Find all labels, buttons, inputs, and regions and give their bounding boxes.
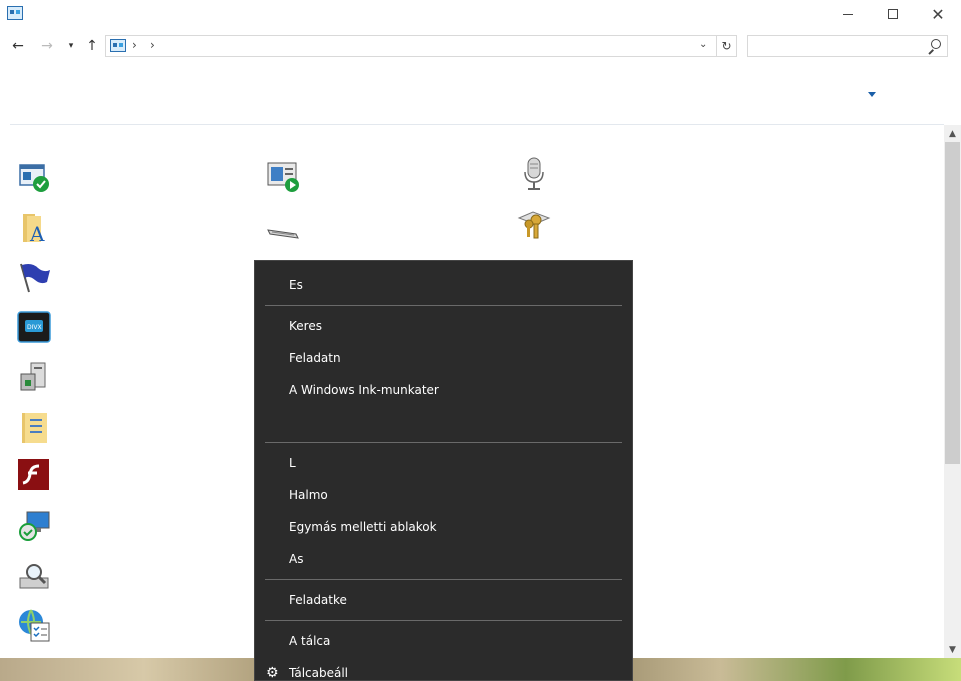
forward-button[interactable]: → <box>37 36 57 56</box>
minimize-button[interactable] <box>825 0 871 28</box>
flash-player-icon <box>18 459 49 490</box>
search-input[interactable] <box>747 35 948 57</box>
menu-item-label: Halmo <box>289 488 328 502</box>
refresh-icon: ↻ <box>721 39 732 53</box>
menu-item-label: Tálcabeáll <box>289 666 349 680</box>
security-center-item[interactable] <box>17 160 53 196</box>
arrow-up-icon: ↑ <box>86 38 98 54</box>
arrow-left-icon: ← <box>12 38 24 54</box>
gear-icon: ⚙ <box>266 665 279 681</box>
vertical-scrollbar[interactable]: ▲ ▼ <box>944 125 961 658</box>
speech-recognition-item[interactable] <box>516 156 552 192</box>
credential-manager-icon <box>517 211 551 239</box>
internet-options-icon <box>19 609 50 642</box>
menu-item-label: Keres <box>289 319 322 333</box>
keyboard-item[interactable] <box>266 210 302 246</box>
refresh-button[interactable]: ↻ <box>716 36 736 56</box>
menu-item-label: Feladatn <box>289 351 341 365</box>
scroll-up-button[interactable]: ▲ <box>944 125 961 142</box>
control-panel-icon <box>7 6 23 20</box>
folder-options-item[interactable] <box>17 410 53 446</box>
menu-item-cascade[interactable]: L <box>255 447 632 479</box>
menu-item-label: Es <box>289 278 303 292</box>
maximize-button[interactable] <box>870 0 916 28</box>
keyboard-icon <box>267 229 299 239</box>
chevron-down-icon: ▼ <box>949 644 956 655</box>
up-button[interactable]: ↑ <box>82 36 102 56</box>
remote-desktop-item[interactable] <box>17 508 53 544</box>
menu-item-stack[interactable]: Halmo <box>255 479 632 511</box>
chevron-up-icon: ▲ <box>949 128 956 139</box>
device-manager-item[interactable] <box>17 360 53 396</box>
menu-item-label: A Windows Ink-munkater <box>289 383 439 397</box>
divx-item[interactable]: DIVX <box>17 310 53 346</box>
menu-item-task-view[interactable]: Feladatn <box>255 342 632 374</box>
menu-separator <box>265 579 622 580</box>
maximize-icon <box>888 9 898 19</box>
scroll-down-button[interactable]: ▼ <box>944 641 961 658</box>
indexing-icon <box>19 564 49 589</box>
menu-item-toolbars[interactable]: Es <box>255 269 632 301</box>
control-panel-icon <box>110 39 126 52</box>
menu-separator <box>265 442 622 443</box>
view-by-dropdown-icon[interactable] <box>868 92 876 97</box>
arrow-right-icon: → <box>41 38 53 54</box>
internet-options-item[interactable] <box>17 608 53 644</box>
close-button[interactable]: ✕ <box>915 0 961 28</box>
security-center-icon <box>19 164 49 192</box>
menu-item-show-desktop[interactable]: As <box>255 543 632 575</box>
credential-manager-item[interactable] <box>516 206 552 242</box>
menu-item-lock-taskbar[interactable]: A tálca <box>255 625 632 657</box>
menu-item-label: Egymás melletti ablakok <box>289 520 437 534</box>
microphone-icon <box>524 157 544 190</box>
folder-options-icon <box>22 413 47 443</box>
menu-item-side-by-side[interactable]: Egymás melletti ablakok <box>255 511 632 543</box>
menu-item-windows-ink[interactable]: A Windows Ink-munkater <box>255 374 632 406</box>
remote-desktop-icon <box>19 511 50 541</box>
scroll-thumb[interactable] <box>945 142 960 464</box>
autoplay-icon <box>267 162 299 192</box>
flag-icon <box>20 263 50 293</box>
menu-item-label: Feladatke <box>289 593 347 607</box>
breadcrumb-separator[interactable]: › <box>132 38 137 52</box>
taskbar-context-menu: Es Keres Feladatn A Windows Ink-munkater… <box>254 260 633 681</box>
recent-locations-button[interactable]: ▾ <box>64 36 78 56</box>
flash-player-item[interactable] <box>17 458 53 494</box>
menu-separator <box>265 305 622 306</box>
chevron-down-icon: ▾ <box>68 41 74 51</box>
header-divider <box>10 124 944 125</box>
menu-separator <box>265 620 622 621</box>
address-dropdown-icon[interactable]: ⌄ <box>699 39 707 50</box>
close-icon: ✕ <box>931 4 945 24</box>
minimize-icon <box>843 13 853 15</box>
menu-item-label: As <box>289 552 304 566</box>
search-icon <box>927 39 941 53</box>
svg-text:A: A <box>29 222 45 246</box>
indexing-options-item[interactable] <box>17 558 53 594</box>
address-bar[interactable]: › › ⌄ ↻ <box>105 35 737 57</box>
back-button[interactable]: ← <box>8 36 28 56</box>
svg-text:DIVX: DIVX <box>27 324 42 331</box>
menu-item-search[interactable]: Keres <box>255 310 632 342</box>
menu-item-label: L <box>289 456 296 470</box>
fonts-folder-icon: A <box>23 214 45 246</box>
menu-item-task-manager[interactable]: Feladatke <box>255 584 632 616</box>
device-manager-icon <box>20 362 46 391</box>
title-bar[interactable]: ✕ <box>0 0 961 28</box>
menu-item-label: A tálca <box>289 634 331 648</box>
menu-item-taskbar-settings[interactable]: ⚙ Tálcabeáll <box>255 657 632 681</box>
fonts-item[interactable]: A <box>17 210 53 246</box>
breadcrumb-separator[interactable]: › <box>150 38 155 52</box>
autoplay-item[interactable] <box>266 160 302 196</box>
action-center-item[interactable] <box>17 260 53 296</box>
divx-icon: DIVX <box>17 311 51 343</box>
